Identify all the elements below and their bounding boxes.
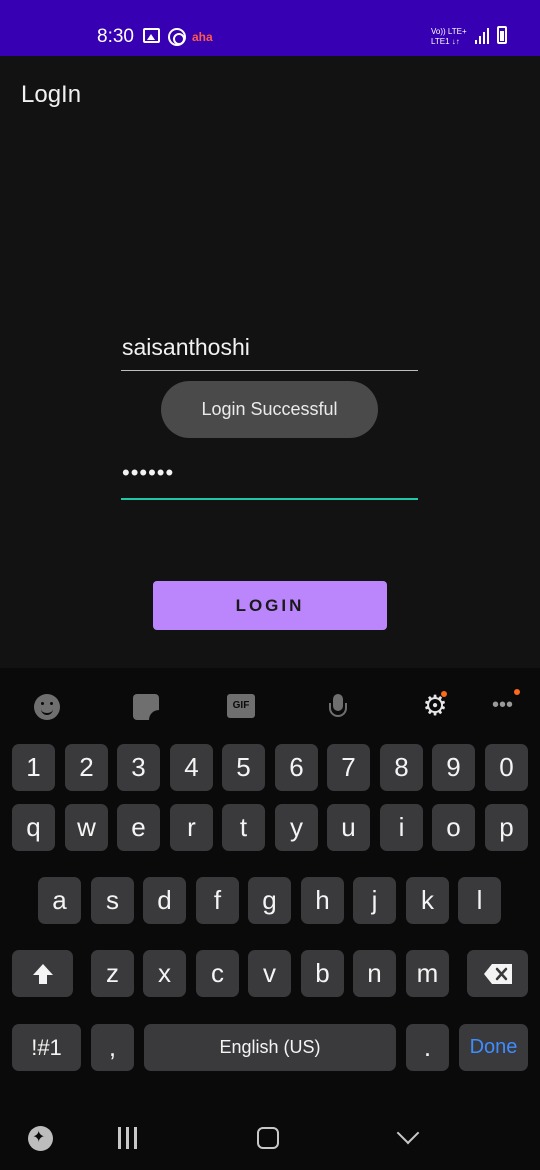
- gif-icon[interactable]: GIF: [227, 694, 255, 718]
- key-8[interactable]: 8: [380, 744, 423, 791]
- gallery-icon: [143, 28, 160, 43]
- key-o[interactable]: o: [432, 804, 475, 851]
- back-icon[interactable]: [396, 1121, 420, 1145]
- soft-keyboard: GIF ⚙ ••• 1 2 3 4 5 6 7 8 9 0 q w e r t …: [0, 668, 540, 1100]
- sticker-icon[interactable]: [133, 694, 159, 720]
- key-c[interactable]: c: [196, 950, 239, 997]
- key-b[interactable]: b: [301, 950, 344, 997]
- target-icon: [168, 28, 186, 46]
- key-e[interactable]: e: [117, 804, 160, 851]
- status-time: 8:30: [97, 26, 134, 47]
- key-v[interactable]: v: [248, 950, 291, 997]
- key-r[interactable]: r: [170, 804, 213, 851]
- key-i[interactable]: i: [380, 804, 423, 851]
- recents-icon[interactable]: [116, 1127, 140, 1149]
- key-u[interactable]: u: [327, 804, 370, 851]
- key-j[interactable]: j: [353, 877, 396, 924]
- key-s[interactable]: s: [91, 877, 134, 924]
- backspace-icon: [483, 964, 512, 984]
- key-n[interactable]: n: [353, 950, 396, 997]
- comma-key[interactable]: ,: [91, 1024, 134, 1071]
- key-p[interactable]: p: [485, 804, 528, 851]
- key-w[interactable]: w: [65, 804, 108, 851]
- key-4[interactable]: 4: [170, 744, 213, 791]
- backspace-key[interactable]: [467, 950, 528, 997]
- aha-app-icon: aha: [192, 30, 213, 44]
- password-input[interactable]: ••••••: [121, 460, 418, 500]
- key-y[interactable]: y: [275, 804, 318, 851]
- key-g[interactable]: g: [248, 877, 291, 924]
- key-f[interactable]: f: [196, 877, 239, 924]
- emoji-icon[interactable]: [34, 694, 60, 720]
- key-l[interactable]: l: [458, 877, 501, 924]
- settings-badge-dot: [441, 691, 447, 697]
- login-button[interactable]: LOGIN: [153, 581, 387, 630]
- more-icon[interactable]: •••: [492, 695, 522, 721]
- space-key[interactable]: English (US): [144, 1024, 396, 1071]
- key-d[interactable]: d: [143, 877, 186, 924]
- symbols-key[interactable]: !#1: [12, 1024, 81, 1071]
- network-indicator: Vo)) LTE+ LTE1 ↓↑: [431, 27, 471, 47]
- toast-message: Login Successful: [161, 381, 378, 438]
- key-5[interactable]: 5: [222, 744, 265, 791]
- page-title: LogIn: [21, 81, 82, 108]
- key-x[interactable]: x: [143, 950, 186, 997]
- key-0[interactable]: 0: [485, 744, 528, 791]
- network-line-1: Vo)) LTE+: [431, 27, 467, 36]
- key-9[interactable]: 9: [432, 744, 475, 791]
- status-bar: 8:30 aha Vo)) LTE+ LTE1 ↓↑: [0, 0, 540, 56]
- home-icon[interactable]: [257, 1127, 279, 1149]
- key-q[interactable]: q: [12, 804, 55, 851]
- key-k[interactable]: k: [406, 877, 449, 924]
- period-key[interactable]: .: [406, 1024, 449, 1071]
- network-line-2: LTE1 ↓↑: [431, 37, 460, 46]
- key-h[interactable]: h: [301, 877, 344, 924]
- mic-icon[interactable]: [328, 694, 348, 724]
- signal-icon: [475, 28, 491, 44]
- battery-icon: [497, 26, 507, 44]
- more-badge-dot: [514, 689, 520, 695]
- key-t[interactable]: t: [222, 804, 265, 851]
- gamepad-icon[interactable]: [28, 1126, 53, 1151]
- key-m[interactable]: m: [406, 950, 449, 997]
- done-key[interactable]: Done: [459, 1024, 528, 1071]
- shift-icon: [32, 964, 53, 984]
- shift-key[interactable]: [12, 950, 73, 997]
- key-3[interactable]: 3: [117, 744, 160, 791]
- key-1[interactable]: 1: [12, 744, 55, 791]
- key-7[interactable]: 7: [327, 744, 370, 791]
- key-z[interactable]: z: [91, 950, 134, 997]
- navigation-bar: [0, 1100, 540, 1170]
- key-6[interactable]: 6: [275, 744, 318, 791]
- username-input[interactable]: saisanthoshi: [121, 334, 418, 371]
- key-2[interactable]: 2: [65, 744, 108, 791]
- key-a[interactable]: a: [38, 877, 81, 924]
